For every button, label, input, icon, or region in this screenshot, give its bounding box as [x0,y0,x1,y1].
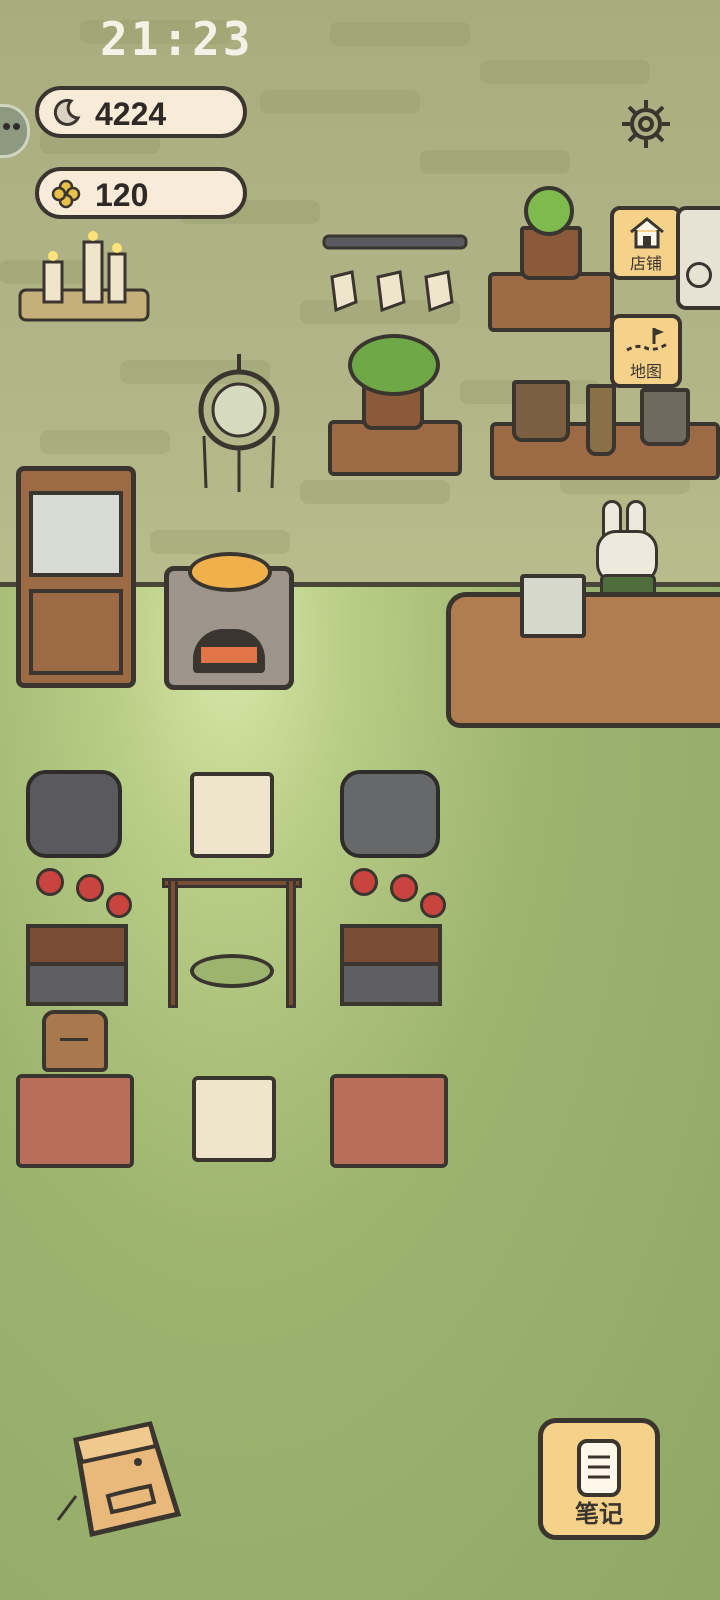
hanging-swing-chair[interactable] [162,858,302,1010]
moon-count: 4224 [95,96,167,132]
clover-currency-pill[interactable]: 120 [35,167,247,219]
rose-planter[interactable] [26,868,132,1010]
gear-icon[interactable] [618,96,674,152]
jar-icon [512,380,570,442]
map-label: 地图 [629,362,662,381]
moon-icon [53,98,81,126]
cactus-shelf[interactable] [488,272,614,332]
house-icon [630,217,664,249]
cat-customer[interactable] [42,1010,108,1072]
cushion-seat-2[interactable] [192,1076,276,1162]
notes-label: 笔记 [575,1500,623,1528]
leafy-plant-icon [348,334,440,396]
dreamcatcher-icon [198,354,280,492]
cushion-seat[interactable] [190,772,274,858]
backpack-icon[interactable] [52,1416,188,1540]
notebook-icon [577,1439,621,1497]
map-button[interactable]: 地图 [610,314,682,388]
clover-count: 120 [95,177,149,213]
shop-button[interactable]: 店铺 [610,206,682,280]
menu-sign-icon [520,574,586,638]
status-time: 21:23 [100,12,254,66]
bread-icon [188,552,272,592]
cup-rack-icon [322,234,468,313]
moon-currency-pill[interactable]: 4224 [35,86,247,138]
armchair-left[interactable] [16,1074,134,1168]
wooden-cabinet[interactable] [16,466,136,688]
armchair-right[interactable] [330,1074,448,1168]
candelabra-icon [18,231,150,322]
cash-register[interactable] [676,206,720,310]
stone-stool[interactable] [26,770,122,858]
rose-planter-2[interactable] [340,868,446,1010]
shop-label: 店铺 [629,254,662,273]
map-flag-icon [626,328,668,352]
canister-icon [640,388,690,446]
clover-icon [51,179,81,209]
notes-button[interactable]: 笔记 [538,1418,660,1540]
bottle-icon [586,384,616,456]
crystal-rock[interactable] [340,770,440,858]
cactus-icon [524,186,574,236]
